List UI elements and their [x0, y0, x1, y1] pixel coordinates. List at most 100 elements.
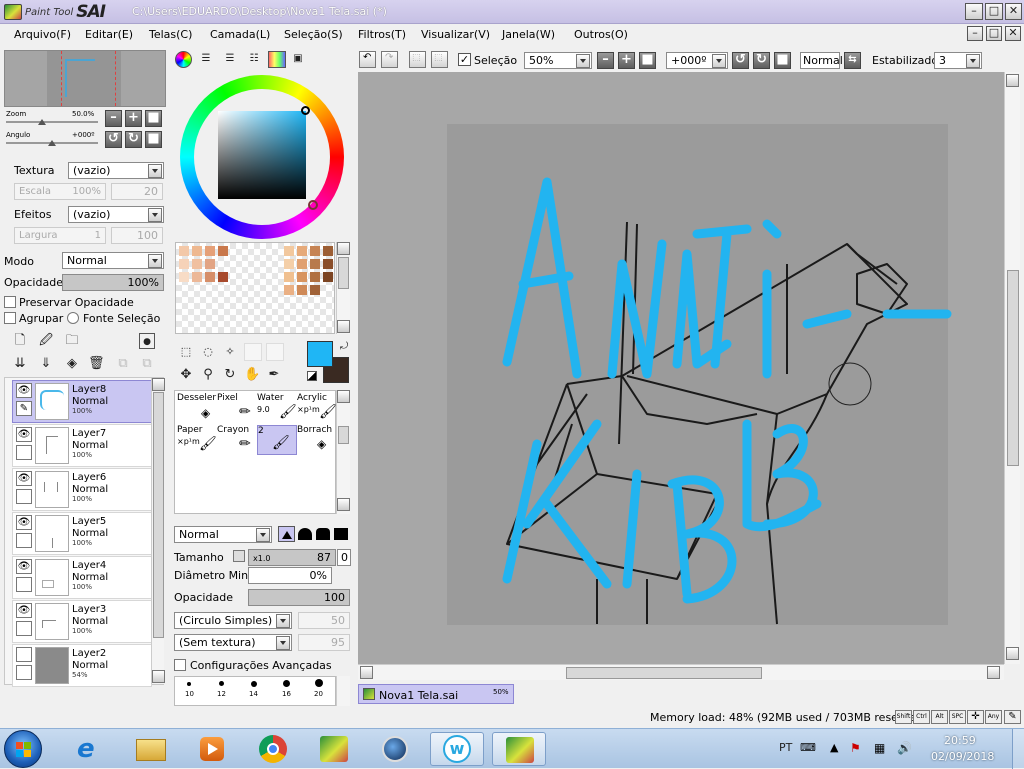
layers-scroll-thumb[interactable]	[153, 392, 164, 638]
undo-button[interactable]: ↶	[359, 51, 376, 68]
new-folder-icon[interactable]: 🗀	[64, 333, 80, 349]
lock-box[interactable]	[16, 489, 32, 504]
lock-box[interactable]	[16, 445, 32, 460]
layer-row[interactable]: 👁 ✎ Layer8 Normal 100%	[12, 380, 152, 423]
tamanho-slider[interactable]: x1.0 87	[248, 549, 336, 566]
rect-select-icon[interactable]: ⬚	[178, 344, 194, 360]
language-indicator[interactable]: PT	[779, 741, 792, 754]
new-layer-icon[interactable]: 🗋	[12, 333, 28, 349]
pen-lock-icon[interactable]: ✎	[16, 401, 32, 416]
trash-icon[interactable]: 🗑	[88, 356, 105, 372]
color-wheel[interactable]	[180, 75, 344, 239]
flip-horizontal-button[interactable]: ⇆	[844, 52, 861, 69]
scroll-up-icon[interactable]	[152, 378, 165, 391]
taskbar-app-w[interactable]: w	[430, 732, 484, 766]
scroll-up-icon[interactable]	[337, 242, 350, 255]
rotate-left-button[interactable]: ↺	[105, 131, 122, 148]
brush-shape-sharp-icon[interactable]	[278, 526, 295, 542]
eye-icon[interactable]: 👁	[16, 603, 32, 618]
taskbar-sai-alt[interactable]	[307, 732, 361, 766]
doc-close-button[interactable]: ✕	[1005, 26, 1021, 41]
saturation-value-square[interactable]	[218, 111, 306, 199]
diametro-slider[interactable]: 0%	[248, 567, 332, 584]
brush-opacidade-slider[interactable]: 100	[248, 589, 350, 606]
magic-wand-icon[interactable]: ✧	[222, 344, 238, 360]
brush-shape-flat-icon[interactable]	[334, 528, 348, 540]
size-dot[interactable]	[251, 681, 257, 687]
zoom-in-button[interactable]: +	[125, 110, 142, 127]
layer-row[interactable]: Layer2 Normal 54%	[12, 644, 152, 687]
mask-layer-icon[interactable]: ●	[139, 333, 155, 349]
canvas-hscrollbar[interactable]	[358, 664, 1004, 680]
clock-time[interactable]: 20:59	[944, 734, 976, 747]
lasso-icon[interactable]: ◌	[200, 344, 216, 360]
hsv-slider-icon[interactable]: ☰	[222, 51, 238, 67]
agrupar-checkbox[interactable]	[4, 312, 16, 324]
layer-row[interactable]: 👁 Layer7 Normal 100%	[12, 424, 152, 467]
eye-icon[interactable]: 👁	[16, 427, 32, 442]
modo-select[interactable]: Normal	[62, 252, 164, 269]
advanced-checkbox[interactable]	[174, 659, 186, 671]
taskbar-media[interactable]	[185, 732, 239, 766]
scratchpad-icon[interactable]: ▣	[290, 51, 306, 67]
move-icon[interactable]: ✥	[178, 367, 194, 383]
size-dot[interactable]	[219, 681, 224, 686]
toolbar-zoom-out[interactable]: –	[597, 52, 614, 69]
menu-selecao[interactable]: Seleção(S)	[284, 28, 343, 41]
brush-2-selected[interactable]: 2 🖌	[257, 425, 297, 455]
tamanho-extra[interactable]: 0	[337, 549, 351, 566]
tray-arrow-icon[interactable]: ▲	[830, 741, 838, 754]
hue-cursor[interactable]	[308, 200, 318, 210]
show-desktop-button[interactable]	[1012, 729, 1024, 769]
color-wheel-mode-icon[interactable]	[175, 51, 192, 68]
scroll-down-icon[interactable]	[1006, 647, 1019, 660]
rotate-reset-button[interactable]: ■	[145, 131, 162, 148]
intermediate-color-icon[interactable]: ☷	[246, 51, 262, 67]
toolbar-rotate-reset[interactable]: ■	[774, 52, 791, 69]
eye-hidden-box[interactable]	[16, 647, 32, 662]
menu-arquivo[interactable]: Arquivo(F)	[14, 28, 71, 41]
minimize-button[interactable]: –	[965, 3, 983, 20]
brush-pixel[interactable]: Pixel ✏	[217, 393, 257, 423]
menu-editar[interactable]: Editar(E)	[85, 28, 133, 41]
menu-outros[interactable]: Outros(O)	[574, 28, 628, 41]
scroll-left-icon[interactable]	[360, 666, 373, 679]
size-dot[interactable]	[283, 680, 290, 687]
scroll-right-icon[interactable]	[987, 666, 1000, 679]
menu-telas[interactable]: Telas(C)	[149, 28, 192, 41]
drawing-canvas[interactable]	[447, 124, 952, 625]
taskbar-cinema4d[interactable]	[368, 732, 422, 766]
swatch-scrollbar[interactable]	[336, 242, 350, 334]
zoom-icon[interactable]: ⚲	[200, 367, 216, 383]
network-icon[interactable]: ▦	[874, 741, 885, 755]
eye-icon[interactable]: 👁	[16, 559, 32, 574]
angle-slider-thumb[interactable]	[48, 140, 56, 146]
layer-row[interactable]: 👁 Layer5 Normal 100%	[12, 512, 152, 555]
swatch-grid[interactable]	[175, 242, 335, 334]
primary-color-swatch[interactable]	[307, 341, 333, 367]
scroll-up-icon[interactable]	[337, 390, 350, 403]
selecao-checkbox[interactable]: ✓	[458, 53, 471, 66]
opacidade-slider[interactable]: 100%	[62, 274, 164, 291]
doc-minimize-button[interactable]: –	[967, 26, 983, 41]
size-multiplier-toggle[interactable]	[233, 550, 245, 562]
scroll-down-icon[interactable]	[152, 670, 165, 683]
clock-date[interactable]: 02/09/2018	[931, 750, 994, 763]
blend-mode-field[interactable]: Normal	[800, 52, 843, 69]
invert-selection-button[interactable]: ⬚	[431, 51, 448, 68]
fonte-radio[interactable]	[67, 312, 79, 324]
scroll-up-icon[interactable]	[1006, 74, 1019, 87]
deselect-button[interactable]: ⬚	[409, 51, 426, 68]
toolbar-zoom-reset[interactable]: ■	[639, 52, 656, 69]
layer-row[interactable]: 👁 Layer6 Normal 100%	[12, 468, 152, 511]
clear-layer-icon[interactable]: ◈	[64, 356, 80, 372]
lock-box[interactable]	[16, 621, 32, 636]
size-dot[interactable]	[187, 682, 191, 686]
layers-scrollbar[interactable]	[151, 378, 165, 684]
swatches-mode-icon[interactable]	[268, 51, 286, 68]
brush-scroll-thumb[interactable]	[338, 426, 349, 444]
rotate-right-button[interactable]: ↻	[125, 131, 142, 148]
brush-borrach[interactable]: Borrach ◈	[297, 425, 337, 455]
brush-acrylic[interactable]: Acrylic ×p¹m 🖌	[297, 393, 337, 423]
start-button[interactable]	[4, 730, 42, 768]
